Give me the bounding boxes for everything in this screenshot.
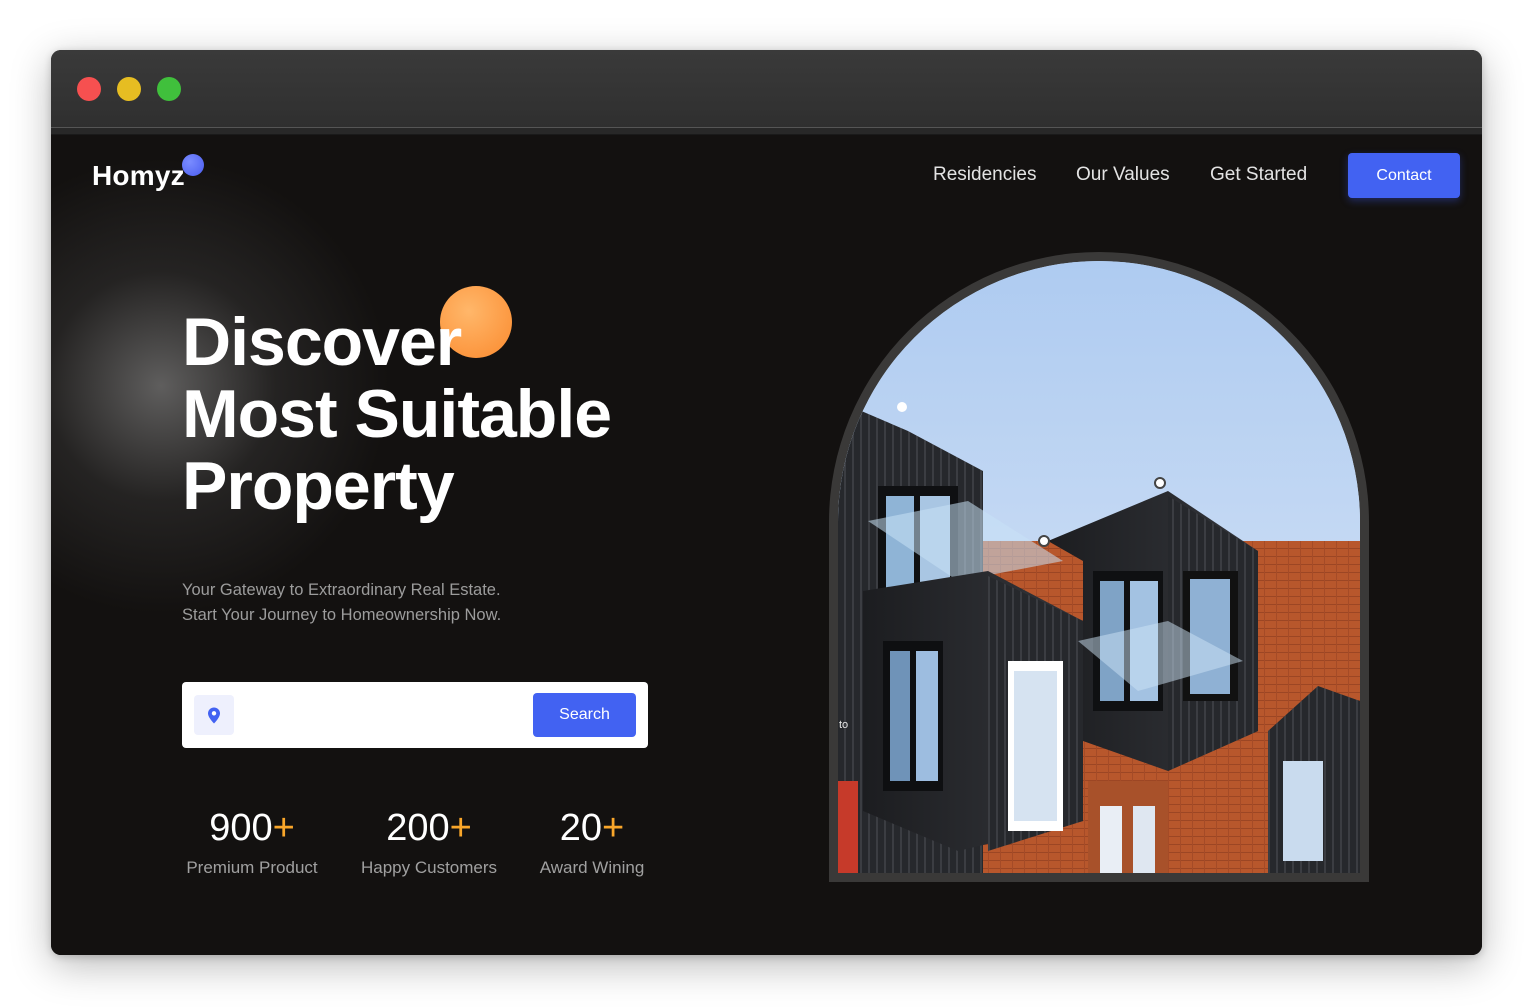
headline-line: Property: [182, 448, 455, 524]
stat-label: Happy Customers: [360, 858, 498, 877]
location-pin-icon: [194, 695, 234, 735]
hero-building-image: to: [838, 261, 1360, 873]
stat-label: Premium Product: [186, 858, 318, 877]
contact-button[interactable]: Contact: [1348, 153, 1460, 198]
hero-headline: Discover Most Suitable Property: [182, 304, 612, 524]
close-window-button[interactable]: [77, 77, 101, 101]
headline-line: Discover: [182, 304, 462, 380]
browser-window: Homyz Residencies Our Values Get Started…: [51, 50, 1482, 955]
stat-award-wining: 20+ Award Wining: [536, 806, 648, 878]
subtext-line: Start Your Journey to Homeownership Now.: [182, 606, 502, 624]
headline-line: Most Suitable: [182, 376, 612, 452]
search-input[interactable]: [242, 695, 522, 735]
stat-label: Award Wining: [539, 858, 645, 877]
logo[interactable]: Homyz: [92, 160, 185, 192]
logo-dot-icon: [182, 154, 204, 176]
titlebar-separator: [51, 128, 1482, 135]
landing-page: Homyz Residencies Our Values Get Started…: [51, 136, 1482, 955]
stat-number: 200+: [386, 807, 472, 849]
search-bar: Search: [182, 682, 648, 748]
stat-premium-product: 900+ Premium Product: [182, 806, 322, 878]
image-caption-fragment: to: [839, 719, 849, 731]
minimize-window-button[interactable]: [117, 77, 141, 101]
maximize-window-button[interactable]: [157, 77, 181, 101]
building-illustration: [838, 261, 1360, 873]
search-button[interactable]: Search: [533, 693, 636, 737]
nav-link-get-started[interactable]: Get Started: [1210, 164, 1307, 186]
window-titlebar: [51, 50, 1482, 128]
nav-link-our-values[interactable]: Our Values: [1076, 164, 1170, 186]
stat-number: 20+: [559, 807, 625, 849]
stat-happy-customers: 200+ Happy Customers: [356, 806, 502, 878]
hero-image-frame: to: [829, 252, 1369, 882]
stat-number: 900+: [209, 807, 295, 849]
nav-link-residencies[interactable]: Residencies: [933, 164, 1037, 186]
subtext-line: Your Gateway to Extraordinary Real Estat…: [182, 581, 501, 599]
hero-subtext: Your Gateway to Extraordinary Real Estat…: [182, 578, 501, 628]
